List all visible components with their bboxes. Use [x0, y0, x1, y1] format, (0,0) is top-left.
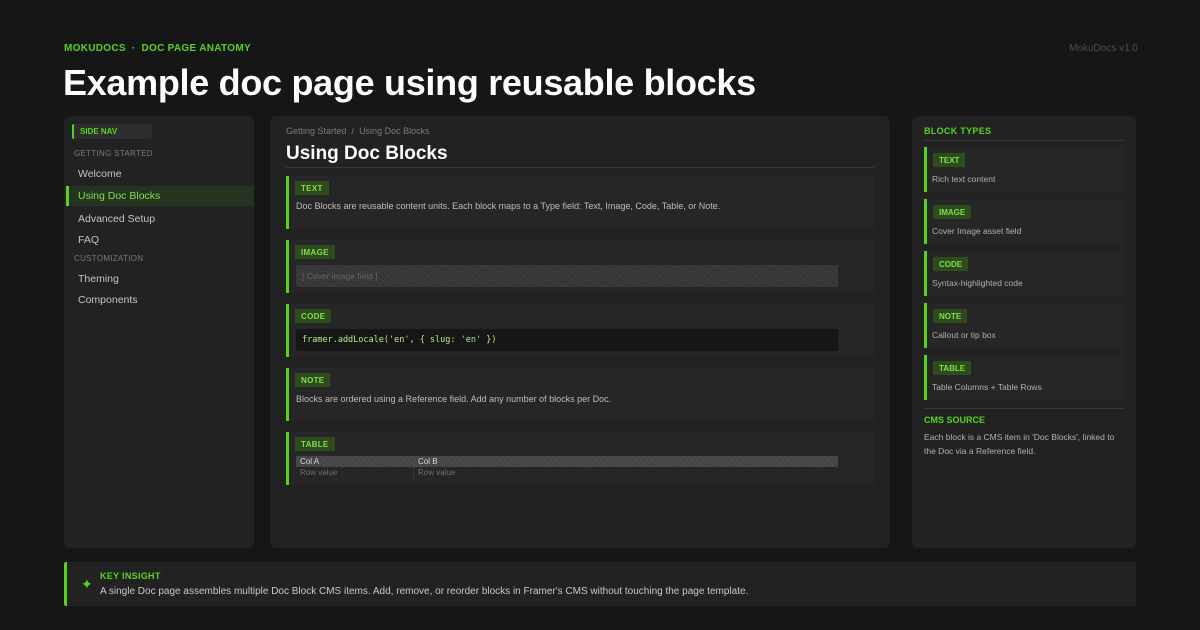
image-placeholder: [ Cover image field ]	[296, 265, 838, 287]
doc-block-code: CODE framer.addLocale('en', { slug: 'en'…	[286, 304, 874, 357]
doc-block-text: TEXT Doc Blocks are reusable content uni…	[286, 176, 874, 229]
sidebar-item-components[interactable]: Components	[66, 290, 254, 310]
block-type-card-text: TEXT Rich text content	[924, 147, 1124, 192]
block-type-tag: NOTE	[295, 373, 331, 387]
sidebar-item-welcome[interactable]: Welcome	[66, 164, 254, 184]
key-insight-callout: ✦ KEY INSIGHT A single Doc page assemble…	[64, 562, 1136, 606]
breadcrumb-item: Using Doc Blocks	[359, 126, 430, 136]
sidebar-item-advanced-setup[interactable]: Advanced Setup	[66, 209, 254, 229]
table-header-cell: Col B	[418, 457, 438, 466]
page-headline: Example doc page using reusable blocks	[63, 62, 756, 103]
side-nav-panel: SIDE NAV GETTING STARTED Welcome Using D…	[64, 116, 254, 548]
type-description: Rich text content	[932, 174, 996, 184]
type-tag: NOTE	[933, 309, 968, 323]
brand-label: MOKUDOCS	[64, 43, 126, 54]
side-nav-badge: SIDE NAV	[72, 124, 152, 139]
insight-title: KEY INSIGHT	[100, 571, 161, 581]
nav-group-label: GETTING STARTED	[74, 149, 153, 158]
type-description: Syntax-highlighted code	[932, 278, 1023, 288]
table-header: Col A Col B	[296, 456, 838, 467]
table-cell: Row value	[296, 467, 414, 479]
type-description: Table Columns + Table Rows	[932, 382, 1042, 392]
block-type-tag: CODE	[295, 309, 332, 323]
cms-source-title: CMS SOURCE	[924, 415, 986, 425]
block-type-card-image: IMAGE Cover Image asset field	[924, 199, 1124, 244]
sparkle-icon: ✦	[81, 576, 93, 592]
block-type-tag: IMAGE	[295, 245, 335, 259]
sidebar-item-faq[interactable]: FAQ	[66, 230, 254, 250]
block-content: Doc Blocks are reusable content units. E…	[296, 201, 721, 211]
type-description: Callout or tip box	[932, 330, 996, 340]
doc-title: Using Doc Blocks	[286, 143, 448, 164]
block-content: Blocks are ordered using a Reference fie…	[296, 394, 612, 404]
block-type-tag: TABLE	[295, 437, 335, 451]
block-type-card-table: TABLE Table Columns + Table Rows	[924, 355, 1124, 400]
code-snippet: framer.addLocale('en', { slug: 'en' })	[296, 329, 838, 351]
type-tag: TEXT	[933, 153, 966, 167]
block-types-title: BLOCK TYPES	[924, 126, 992, 136]
breadcrumb-item[interactable]: Getting Started	[286, 126, 347, 136]
breadcrumb: Getting Started / Using Doc Blocks	[286, 126, 430, 136]
mini-table: Col A Col B Row value Row value	[296, 456, 838, 479]
type-tag: TABLE	[933, 361, 972, 375]
nav-group-label: CUSTOMIZATION	[74, 254, 144, 263]
type-tag: CODE	[933, 257, 969, 271]
doc-block-note: NOTE Blocks are ordered using a Referenc…	[286, 368, 874, 421]
doc-block-table: TABLE Col A Col B Row value Row value	[286, 432, 874, 485]
type-tag: IMAGE	[933, 205, 972, 219]
table-header-cell: Col A	[300, 457, 320, 466]
insight-text: A single Doc page assembles multiple Doc…	[100, 586, 749, 597]
block-types-panel: BLOCK TYPES TEXT Rich text content IMAGE…	[912, 116, 1136, 548]
eyebrow: MOKUDOCS · DOC PAGE ANATOMY	[64, 43, 251, 54]
breadcrumb-separator: /	[351, 126, 355, 136]
divider	[286, 167, 874, 168]
table-cell: Row value	[418, 468, 456, 477]
version-label: MokuDocs v1.0	[1069, 43, 1138, 54]
divider	[924, 140, 1124, 141]
table-row: Row value Row value	[296, 467, 838, 479]
doc-page-panel: Getting Started / Using Doc Blocks Using…	[270, 116, 890, 548]
type-description: Cover Image asset field	[932, 226, 1022, 236]
separator-dot: ·	[131, 43, 136, 54]
block-type-card-code: CODE Syntax-highlighted code	[924, 251, 1124, 296]
section-label: DOC PAGE ANATOMY	[141, 43, 251, 54]
sidebar-item-theming[interactable]: Theming	[66, 269, 254, 289]
divider	[924, 408, 1124, 409]
cms-source-text: Each block is a CMS item in 'Doc Blocks'…	[924, 432, 1115, 456]
block-type-tag: TEXT	[295, 181, 329, 195]
block-type-card-note: NOTE Callout or tip box	[924, 303, 1124, 348]
doc-block-image: IMAGE [ Cover image field ]	[286, 240, 874, 293]
sidebar-item-using-doc-blocks[interactable]: Using Doc Blocks	[66, 186, 254, 206]
